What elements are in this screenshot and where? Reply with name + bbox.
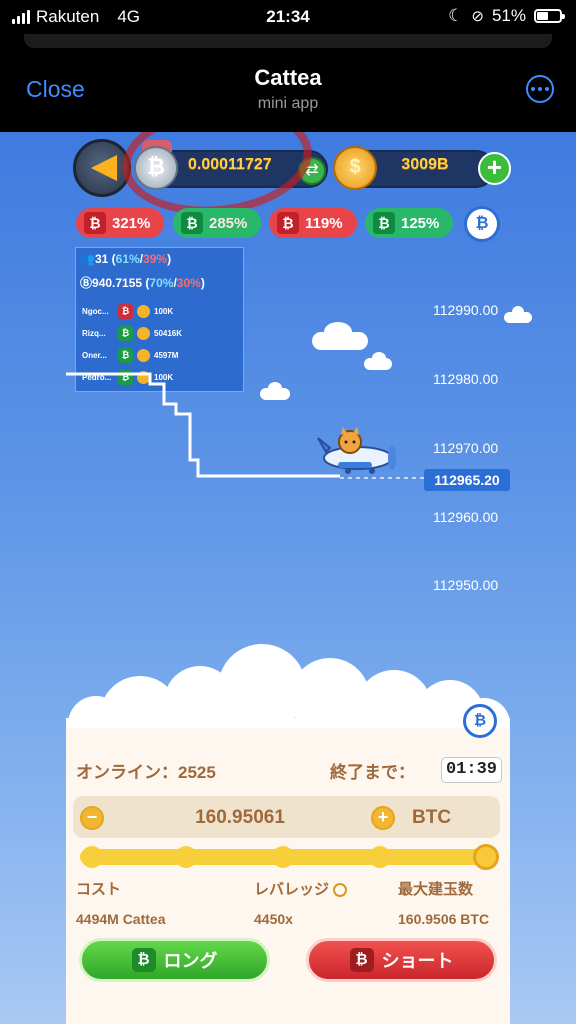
- status-bar: Rakuten 4G 21:34 ☾ ⊘ 51%: [0, 0, 576, 34]
- game-area: ₿ 0.00011727 ⇄ $ 3009B + ₿ 321% ₿ 285% ₿ 11…: [0, 132, 576, 1024]
- slider-knob[interactable]: [473, 844, 499, 870]
- decrease-amount-button[interactable]: −: [80, 806, 104, 830]
- mini-app-header: Close Cattea mini app: [0, 48, 576, 132]
- btc-up-icon: ₿: [131, 948, 156, 972]
- battery-percent: 51%: [491, 6, 526, 25]
- btc-down-icon: ₿: [349, 948, 374, 972]
- online-count: オンライン：2525: [76, 763, 216, 782]
- battery-icon: [534, 9, 565, 23]
- long-label: ロング: [163, 951, 218, 971]
- price-tick: 112950.00: [433, 577, 499, 593]
- long-button[interactable]: ₿ ロング: [79, 938, 270, 982]
- ticket-help-button[interactable]: ₿: [463, 704, 497, 738]
- battery-fill: [537, 12, 548, 20]
- more-options-button[interactable]: [526, 75, 554, 103]
- leverage-radio-icon[interactable]: [333, 883, 348, 898]
- price-tick: 112980.00: [433, 371, 499, 387]
- max-position-label: 最大建玉数: [398, 881, 474, 898]
- short-button[interactable]: ₿ ショート: [306, 938, 497, 982]
- cost-label: コスト: [76, 881, 122, 898]
- background-sheet: [24, 34, 552, 48]
- app-title: Cattea: [254, 65, 322, 90]
- leverage-value: 4450x: [254, 911, 293, 927]
- price-tick: 112990.00: [433, 302, 499, 318]
- slider-step: [272, 846, 294, 868]
- time-remaining-label: 終了まで：: [330, 763, 415, 782]
- max-position-value: 160.9506 BTC: [398, 911, 490, 927]
- price-tick: 112960.00: [433, 509, 499, 525]
- cat-airplane-icon: [317, 427, 396, 474]
- amount-value: 160.95061: [195, 807, 285, 828]
- slider-step: [81, 846, 104, 868]
- cost-value: 4494M Cattea: [76, 911, 166, 927]
- price-line: [66, 372, 340, 478]
- leverage-label: レバレッジ: [254, 881, 330, 898]
- current-price-label: 112965.20: [424, 469, 510, 491]
- slider-step: [369, 846, 392, 868]
- slider-step: [174, 846, 197, 868]
- price-tick: 112970.00: [433, 440, 499, 456]
- short-label: ショート: [381, 951, 454, 971]
- leverage-slider[interactable]: [80, 844, 499, 870]
- rotation-lock-icon: ⊘: [471, 8, 484, 25]
- countdown-timer: 01:39: [441, 757, 502, 783]
- increase-amount-button[interactable]: +: [371, 806, 395, 830]
- app-subtitle: mini app: [257, 95, 319, 112]
- moon-icon: ☾: [448, 6, 464, 25]
- amount-unit: BTC: [412, 807, 452, 828]
